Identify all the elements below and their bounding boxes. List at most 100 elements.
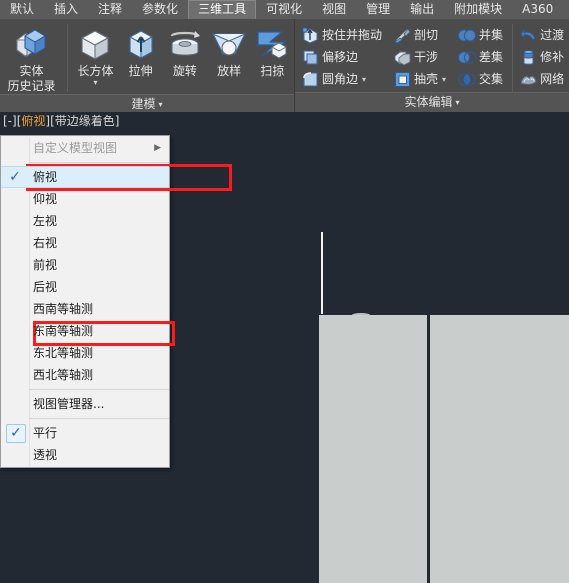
menu-item-label: 东南等轴测: [33, 324, 94, 338]
solid-edit-group-4: 过渡 修补 网络: [517, 22, 567, 90]
drawing-canvas[interactable]: [-][俯视][带边缘着色] 自定义模型视图 ▶ ✓ 俯视 仰视 左视 右视 前视 后视 西南等轴…: [0, 112, 569, 583]
button-interfere-label: 干涉: [414, 50, 439, 64]
menu-item-8[interactable]: 东南等轴测: [1, 320, 169, 342]
ribbon-tab-7[interactable]: 管理: [356, 1, 400, 19]
solid-edit-group-1: 按住并拖动 偏移边 圆角边 ▾: [299, 22, 385, 90]
button-press-pull[interactable]: 按住并拖动: [299, 27, 385, 44]
button-solid-history[interactable]: 实体 历史记录: [0, 22, 63, 94]
button-revolve-label: 旋转: [172, 64, 197, 78]
solid-edit-group-2: 剖切 干涉 抽壳 ▾: [391, 22, 449, 90]
solid-edit-row-12: 网络: [517, 68, 567, 90]
revolve-icon: [164, 24, 206, 64]
button-extrude-label: 拉伸: [128, 64, 153, 78]
menu-item-label: 自定义模型视图: [33, 141, 118, 155]
check-icon: ✓: [6, 424, 26, 443]
button-shell[interactable]: 抽壳 ▾: [391, 71, 449, 88]
menu-separator: [29, 162, 169, 163]
subtract-icon: [458, 49, 477, 66]
menu-item-label: 西南等轴测: [33, 302, 94, 316]
menu-item-3[interactable]: 左视: [1, 210, 169, 232]
ribbon-tab-0[interactable]: 默认: [0, 1, 44, 19]
menu-separator: [29, 418, 169, 419]
ribbon-tab-10[interactable]: A360: [512, 1, 563, 19]
button-box-caret[interactable]: ▾: [93, 79, 97, 87]
button-patch[interactable]: 修补: [517, 49, 567, 66]
solid-edit-row-9: 交集: [455, 68, 506, 90]
button-patch-label: 修补: [540, 50, 565, 64]
panel-solid-editing-label[interactable]: 实体编辑 ▾: [295, 92, 569, 112]
button-subtract-label: 差集: [479, 50, 504, 64]
button-union[interactable]: 并集: [455, 27, 506, 44]
menu-item-5[interactable]: 前视: [1, 254, 169, 276]
button-subtract[interactable]: 差集: [455, 49, 506, 66]
menu-item-1[interactable]: ✓ 俯视: [1, 166, 169, 188]
button-box[interactable]: 长方体 ▾: [72, 22, 119, 87]
ribbon-tab-9[interactable]: 附加模块: [444, 1, 512, 19]
menu-item-12[interactable]: ✓ 平行: [1, 422, 169, 444]
button-interfere[interactable]: 干涉: [391, 49, 441, 66]
solid-edit-row-3: 圆角边 ▾: [299, 68, 385, 90]
button-solid-history-label-2: 历史记录: [7, 79, 56, 93]
ribbon-tab-2[interactable]: 注释: [88, 1, 132, 19]
union-icon: [458, 27, 477, 44]
loft-icon: [209, 24, 249, 64]
menu-separator: [29, 389, 169, 390]
drawing-vertical-line: [321, 232, 323, 314]
button-press-pull-label: 按住并拖动: [322, 28, 383, 42]
ribbon-tab-3[interactable]: 参数化: [132, 1, 188, 19]
blend-icon: [520, 27, 537, 44]
panel-solid-editing: 按住并拖动 偏移边 圆角边 ▾ 剖切 干涉 抽壳 ▾ 并集 差集 交集 过渡 修…: [295, 19, 569, 112]
ribbon-tab-8[interactable]: 输出: [400, 1, 444, 19]
ribbon-tab-1[interactable]: 插入: [44, 1, 88, 19]
menu-item-0[interactable]: 自定义模型视图 ▶: [1, 137, 169, 159]
button-blend[interactable]: 过渡: [517, 27, 567, 44]
button-solid-history-label-1: 实体: [19, 64, 44, 78]
button-sweep[interactable]: 扫掠: [251, 22, 294, 79]
button-intersect[interactable]: 交集: [455, 71, 506, 88]
button-slice[interactable]: 剖切: [391, 27, 441, 44]
solid-edit-row-11: 修补: [517, 46, 567, 68]
panel-divider-2: [512, 24, 514, 92]
button-box-label: 长方体: [77, 64, 114, 78]
autocad-window: 默认插入注释参数化三维工具可视化视图管理输出附加模块A360: [0, 0, 569, 583]
button-blend-label: 过渡: [540, 28, 565, 42]
ribbon-tab-5[interactable]: 可视化: [256, 1, 312, 19]
button-offset-edge[interactable]: 偏移边: [299, 49, 361, 66]
button-loft[interactable]: 放样: [208, 22, 251, 79]
solid-edit-row-1: 按住并拖动: [299, 24, 385, 46]
menu-item-11[interactable]: 视图管理器...: [1, 393, 169, 415]
panel-modeling-label[interactable]: 建模 ▾: [0, 94, 294, 114]
solid-edit-row-10: 过渡: [517, 24, 567, 46]
panel-modeling: 实体 历史记录 长方体 ▾ 拉伸 旋转 放样 扫掠 建模 ▾: [0, 19, 295, 114]
button-shell-caret[interactable]: ▾: [442, 75, 446, 84]
network-icon: [520, 71, 537, 88]
button-extrude[interactable]: 拉伸: [119, 22, 162, 79]
fillet-edge-icon: [302, 71, 319, 88]
menu-item-7[interactable]: 西南等轴测: [1, 298, 169, 320]
ribbon-tab-4[interactable]: 三维工具: [188, 0, 257, 19]
button-network[interactable]: 网络: [517, 71, 567, 88]
solid-history-icon: [11, 24, 51, 64]
button-revolve[interactable]: 旋转: [162, 22, 207, 79]
panel-modeling-caret[interactable]: ▾: [159, 100, 163, 109]
menu-item-10[interactable]: 西北等轴测: [1, 364, 169, 386]
view-context-menu[interactable]: 自定义模型视图 ▶ ✓ 俯视 仰视 左视 右视 前视 后视 西南等轴测 东南等轴测 东北等轴测 西北等轴…: [0, 135, 170, 468]
slice-icon: [394, 27, 411, 44]
intersect-icon: [458, 71, 476, 88]
button-slice-label: 剖切: [414, 28, 439, 42]
panel-solid-editing-caret[interactable]: ▾: [456, 98, 460, 107]
menu-item-label: 右视: [33, 236, 58, 250]
viewport-label[interactable]: [-][俯视][带边缘着色]: [3, 114, 119, 128]
menu-item-9[interactable]: 东北等轴测: [1, 342, 169, 364]
menu-item-6[interactable]: 后视: [1, 276, 169, 298]
button-fillet-edge-caret[interactable]: ▾: [362, 75, 366, 84]
menu-item-4[interactable]: 右视: [1, 232, 169, 254]
menu-item-label: 俯视: [33, 170, 58, 184]
shell-icon: [394, 71, 411, 88]
viewport-label-view[interactable]: 俯视: [21, 114, 45, 128]
button-union-label: 并集: [479, 28, 504, 42]
menu-item-2[interactable]: 仰视: [1, 188, 169, 210]
menu-item-13[interactable]: 透视: [1, 444, 169, 466]
button-fillet-edge[interactable]: 圆角边 ▾: [299, 71, 369, 88]
ribbon-tab-6[interactable]: 视图: [312, 1, 356, 19]
